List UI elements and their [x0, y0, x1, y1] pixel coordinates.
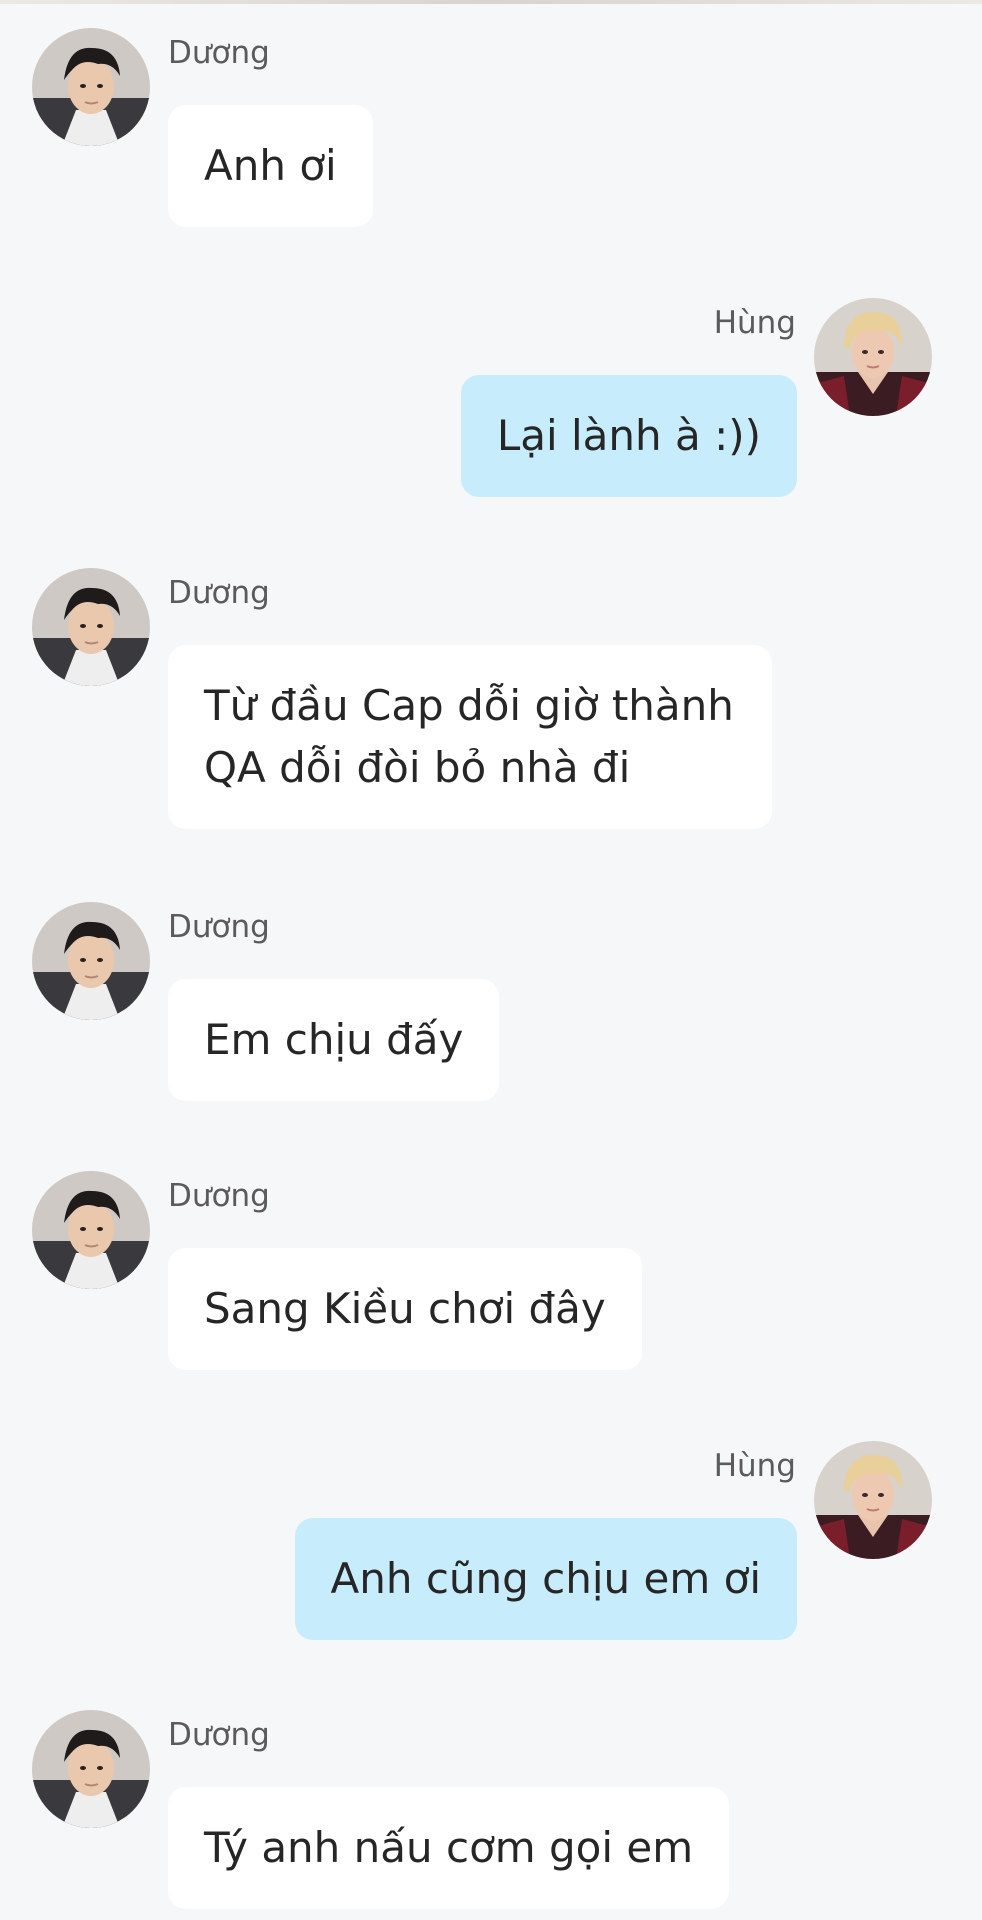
message-row: Dương Từ đầu Cap dỗi giờ thành QA dỗi đò…: [0, 540, 982, 829]
duong-avatar-icon[interactable]: [32, 568, 150, 686]
message-bubble[interactable]: Anh ơi: [168, 105, 373, 227]
message-bubble[interactable]: Sang Kiều chơi đây: [168, 1248, 642, 1370]
sender-name: Dương: [168, 1717, 270, 1753]
sender-name: Dương: [168, 909, 270, 945]
hung-avatar-icon[interactable]: [814, 298, 932, 416]
duong-avatar-icon[interactable]: [32, 28, 150, 146]
message-bubble[interactable]: Anh cũng chịu em ơi: [294, 1518, 797, 1640]
sender-name: Dương: [168, 1178, 270, 1214]
message-row: Dương Tý anh nấu cơm gọi em: [0, 1682, 982, 1909]
message-bubble[interactable]: Từ đầu Cap dỗi giờ thành QA dỗi đòi bỏ n…: [168, 645, 772, 829]
message-bubble[interactable]: Lại lành à :)): [460, 375, 797, 497]
sender-name: Dương: [168, 575, 270, 611]
message-bubble[interactable]: Tý anh nấu cơm gọi em: [168, 1787, 730, 1909]
duong-avatar-icon[interactable]: [32, 1710, 150, 1828]
message-row: Dương Anh ơi: [0, 0, 982, 227]
message-row: Dương Sang Kiều chơi đây: [0, 1143, 982, 1370]
message-row: Dương Em chịu đấy: [0, 874, 982, 1101]
message-bubble[interactable]: Em chịu đấy: [168, 979, 500, 1101]
duong-avatar-icon[interactable]: [32, 902, 150, 1020]
chat-thread[interactable]: Dương Anh ơi Hùng Lại lành à :)) Dương T…: [0, 0, 982, 1920]
message-row: Hùng Lại lành à :)): [0, 270, 982, 497]
sender-name: Hùng: [713, 1448, 796, 1484]
hung-avatar-icon[interactable]: [814, 1441, 932, 1559]
sender-name: Dương: [168, 35, 270, 71]
duong-avatar-icon[interactable]: [32, 1171, 150, 1289]
message-row: Hùng Anh cũng chịu em ơi: [0, 1413, 982, 1640]
sender-name: Hùng: [713, 305, 796, 341]
